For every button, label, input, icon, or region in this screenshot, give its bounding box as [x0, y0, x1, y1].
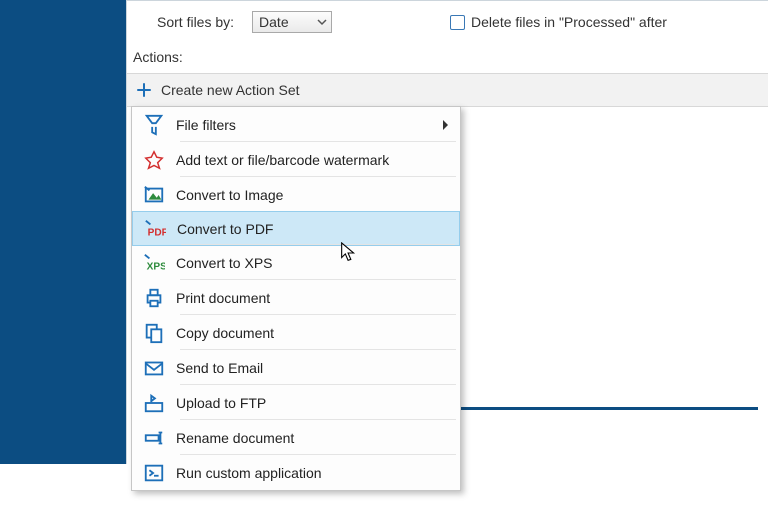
run-app-icon	[143, 462, 165, 484]
menu-item-label: Rename document	[176, 430, 460, 446]
menu-item-label: Convert to XPS	[176, 255, 460, 271]
menu-item-email[interactable]: Send to Email	[132, 350, 460, 385]
sort-row: Sort files by: Date Delete files in "Pro…	[127, 1, 768, 43]
menu-item-label: Send to Email	[176, 360, 460, 376]
menu-item-print[interactable]: Print document	[132, 280, 460, 315]
plus-icon	[137, 83, 151, 97]
create-action-set-button[interactable]: Create new Action Set	[127, 73, 768, 107]
left-sidebar	[0, 0, 126, 464]
menu-item-convert-pdf[interactable]: PDF Convert to PDF	[132, 211, 460, 246]
sort-selected-value: Date	[259, 14, 289, 30]
checkbox-box	[450, 15, 465, 30]
ftp-icon	[143, 392, 165, 414]
pdf-icon: PDF	[144, 218, 166, 240]
rename-icon	[143, 427, 165, 449]
svg-text:XPS: XPS	[147, 261, 165, 272]
sort-label: Sort files by:	[157, 14, 234, 30]
email-icon	[143, 357, 165, 379]
filter-icon	[143, 114, 165, 136]
svg-text:PDF: PDF	[148, 227, 166, 238]
actions-heading: Actions:	[127, 43, 768, 73]
delete-processed-label: Delete files in "Processed" after	[471, 14, 667, 30]
delete-processed-checkbox[interactable]: Delete files in "Processed" after	[450, 14, 667, 30]
menu-item-label: Copy document	[176, 325, 460, 341]
submenu-arrow-icon	[443, 120, 448, 130]
menu-item-copy[interactable]: Copy document	[132, 315, 460, 350]
actions-context-menu: File filters Add text or file/barcode wa…	[131, 106, 461, 491]
image-icon	[143, 184, 165, 206]
menu-item-label: Add text or file/barcode watermark	[176, 152, 460, 168]
menu-item-convert-image[interactable]: Convert to Image	[132, 177, 460, 212]
menu-item-ftp[interactable]: Upload to FTP	[132, 385, 460, 420]
menu-item-label: File filters	[176, 117, 460, 133]
chevron-down-icon	[317, 17, 327, 27]
sort-select[interactable]: Date	[252, 11, 332, 33]
menu-item-label: Run custom application	[176, 465, 460, 481]
menu-item-file-filters[interactable]: File filters	[132, 107, 460, 142]
menu-item-convert-xps[interactable]: XPS Convert to XPS	[132, 245, 460, 280]
menu-item-rename[interactable]: Rename document	[132, 420, 460, 455]
create-action-set-label: Create new Action Set	[161, 82, 300, 98]
watermark-icon	[143, 149, 165, 171]
menu-item-label: Convert to PDF	[177, 221, 459, 237]
menu-item-label: Convert to Image	[176, 187, 460, 203]
xps-icon: XPS	[143, 252, 165, 274]
copy-icon	[143, 322, 165, 344]
menu-item-watermark[interactable]: Add text or file/barcode watermark	[132, 142, 460, 177]
print-icon	[143, 287, 165, 309]
menu-item-label: Upload to FTP	[176, 395, 460, 411]
menu-item-run-app[interactable]: Run custom application	[132, 455, 460, 490]
menu-item-label: Print document	[176, 290, 460, 306]
